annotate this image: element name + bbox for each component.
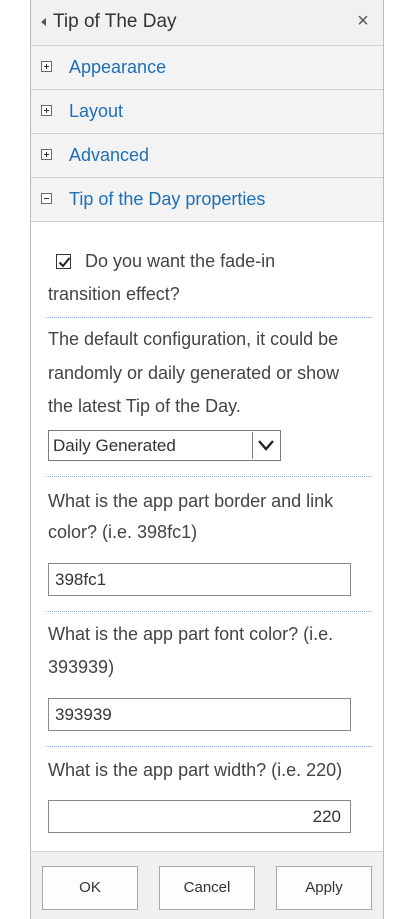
border-color-label: color? (i.e. 398fc1) bbox=[48, 522, 198, 542]
collapse-section-icon[interactable] bbox=[41, 193, 52, 204]
collapse-pane-icon[interactable] bbox=[41, 18, 46, 26]
default-config-text: the latest Tip of the Day. bbox=[48, 396, 241, 416]
tool-pane: Tip of The Day × Appearance Layout Advan… bbox=[30, 0, 384, 919]
default-config-text: The default configuration, it could be bbox=[48, 329, 339, 349]
fade-in-label: Do you want the fade-in bbox=[85, 251, 276, 271]
panel-title: Tip of The Day bbox=[53, 11, 177, 32]
section-tip-properties[interactable]: Tip of the Day properties bbox=[31, 178, 383, 222]
border-color-label: What is the app part border and link bbox=[48, 491, 334, 511]
width-input[interactable] bbox=[48, 800, 351, 833]
expand-icon[interactable] bbox=[41, 105, 52, 116]
tool-pane-header: Tip of The Day × bbox=[31, 0, 383, 46]
section-label-appearance[interactable]: Appearance bbox=[69, 57, 166, 78]
section-appearance[interactable]: Appearance bbox=[31, 46, 383, 90]
default-config-text: randomly or daily generated or show bbox=[48, 363, 340, 383]
apply-button[interactable]: Apply bbox=[276, 866, 372, 910]
separator bbox=[46, 611, 371, 612]
button-bar: OK Cancel Apply bbox=[31, 851, 383, 919]
generation-mode-select[interactable]: Daily Generated bbox=[48, 430, 281, 461]
section-label-advanced[interactable]: Advanced bbox=[69, 145, 149, 166]
section-label-layout[interactable]: Layout bbox=[69, 101, 123, 122]
separator bbox=[46, 476, 371, 477]
expand-icon[interactable] bbox=[41, 149, 52, 160]
select-value: Daily Generated bbox=[53, 436, 176, 455]
fade-in-label-continued: transition effect? bbox=[48, 284, 180, 304]
fade-in-checkbox[interactable] bbox=[56, 254, 71, 269]
section-layout[interactable]: Layout bbox=[31, 90, 383, 134]
cancel-button[interactable]: Cancel bbox=[159, 866, 255, 910]
ok-button[interactable]: OK bbox=[42, 866, 138, 910]
width-label: What is the app part width? (i.e. 220) bbox=[48, 760, 343, 780]
font-color-input[interactable] bbox=[48, 698, 351, 731]
section-advanced[interactable]: Advanced bbox=[31, 134, 383, 178]
checkmark-icon bbox=[58, 257, 71, 268]
font-color-label: 393939) bbox=[48, 657, 115, 677]
border-color-input[interactable] bbox=[48, 563, 351, 596]
separator bbox=[46, 746, 371, 747]
font-color-label: What is the app part font color? (i.e. bbox=[48, 624, 334, 644]
section-label-tip-properties[interactable]: Tip of the Day properties bbox=[69, 189, 265, 210]
chevron-down-icon[interactable] bbox=[252, 432, 279, 459]
expand-icon[interactable] bbox=[41, 61, 52, 72]
separator bbox=[46, 317, 371, 318]
close-button[interactable]: × bbox=[353, 9, 373, 33]
